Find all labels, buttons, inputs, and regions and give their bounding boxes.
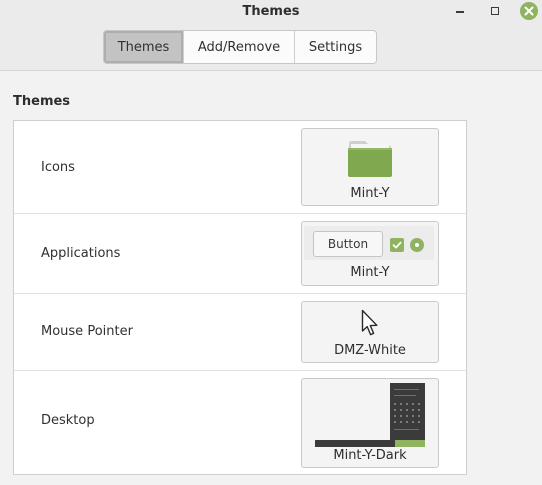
desktop-theme-name: Mint-Y-Dark <box>333 448 407 463</box>
close-icon <box>524 6 534 16</box>
list-item-icons: Icons Mint-Y <box>14 121 466 214</box>
applications-theme-name: Mint-Y <box>350 265 390 280</box>
themes-list: Icons Mint-Y Applications Button Mint-Y … <box>13 120 467 475</box>
list-item-desktop: Desktop Mint-Y-Dark <box>14 371 466 475</box>
checkbox-icon <box>390 238 404 252</box>
radio-icon <box>410 238 424 252</box>
desktop-theme-button[interactable]: Mint-Y-Dark <box>301 378 439 468</box>
section-title: Themes <box>13 94 71 109</box>
icons-theme-button[interactable]: Mint-Y <box>301 128 439 206</box>
list-item-applications: Applications Button Mint-Y <box>14 214 466 294</box>
row-label-mouse-pointer: Mouse Pointer <box>41 324 133 339</box>
applications-theme-button[interactable]: Button Mint-Y <box>301 221 439 286</box>
maximize-button[interactable] <box>486 2 504 20</box>
stack-switcher: Themes Add/Remove Settings <box>103 30 377 64</box>
tab-settings[interactable]: Settings <box>295 31 376 63</box>
list-item-mouse-pointer: Mouse Pointer DMZ-White <box>14 294 466 371</box>
row-label-desktop: Desktop <box>41 413 95 428</box>
tab-themes[interactable]: Themes <box>104 31 184 63</box>
pointer-icon <box>361 309 378 336</box>
row-label-applications: Applications <box>41 246 121 261</box>
header-bar: Themes Themes Add/Remove Settings <box>0 0 542 71</box>
tab-add-remove[interactable]: Add/Remove <box>184 31 295 63</box>
close-button[interactable] <box>520 2 538 20</box>
minimize-button[interactable] <box>451 2 469 20</box>
pointer-theme-name: DMZ-White <box>334 343 406 358</box>
desktop-preview <box>315 383 425 447</box>
folder-icon <box>348 141 392 177</box>
calendar-applet-preview <box>390 383 425 440</box>
preview-demo-button: Button <box>313 231 383 257</box>
row-label-icons: Icons <box>41 160 75 175</box>
pointer-theme-button[interactable]: DMZ-White <box>301 301 439 363</box>
icons-theme-name: Mint-Y <box>350 186 390 201</box>
applications-preview: Button <box>304 226 434 260</box>
